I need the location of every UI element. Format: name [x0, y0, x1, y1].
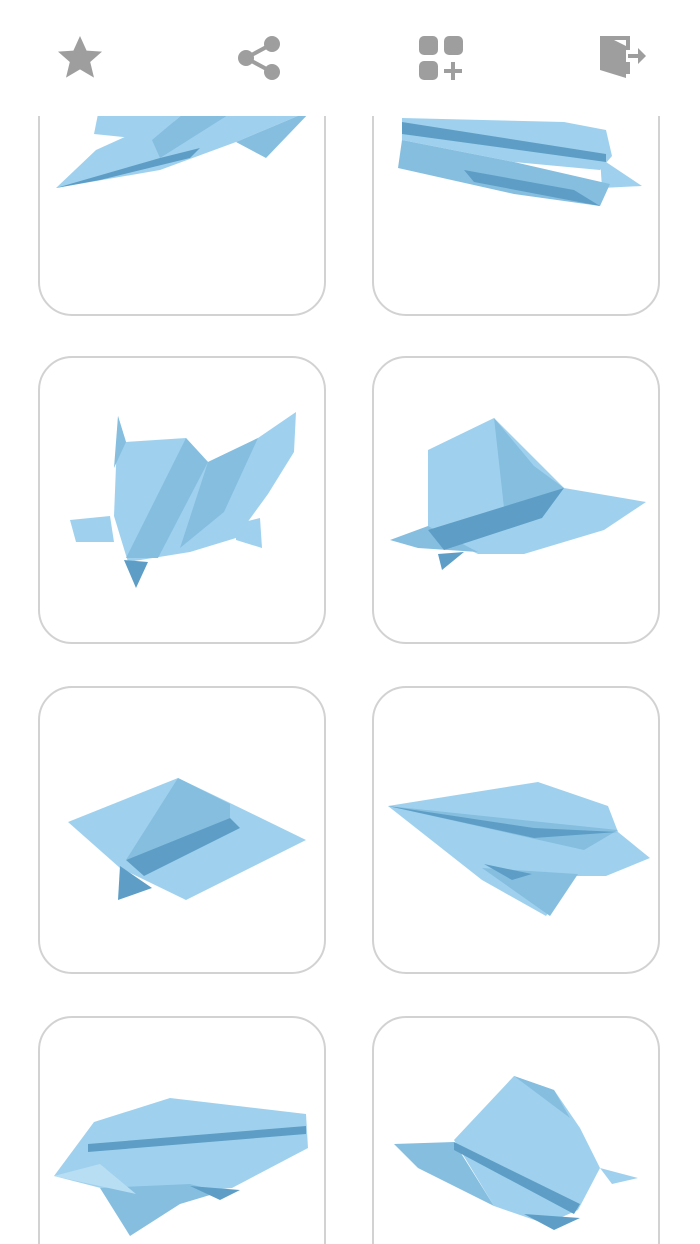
- plane-card[interactable]: [38, 356, 326, 644]
- plane-card[interactable]: [372, 686, 660, 974]
- share-button[interactable]: [230, 30, 286, 86]
- plane-card[interactable]: [372, 1016, 660, 1244]
- paper-plane-illustration: [70, 412, 296, 588]
- star-icon: [54, 32, 106, 84]
- more-apps-button[interactable]: [413, 30, 469, 86]
- paper-plane-illustration: [394, 1076, 638, 1230]
- favorites-button[interactable]: [52, 30, 108, 86]
- paper-plane-illustration: [390, 418, 646, 570]
- plane-card[interactable]: [38, 1016, 326, 1244]
- paper-plane-illustration: [68, 778, 306, 900]
- plane-grid: [0, 0, 700, 1244]
- paper-plane-illustration: [388, 782, 650, 916]
- paper-plane-illustration: [54, 1098, 308, 1236]
- apps-add-icon: [415, 32, 467, 84]
- exit-button[interactable]: [594, 30, 650, 86]
- share-icon: [232, 32, 284, 84]
- plane-card[interactable]: [372, 356, 660, 644]
- plane-card[interactable]: [38, 686, 326, 974]
- top-toolbar: [0, 0, 700, 116]
- exit-icon: [596, 32, 648, 84]
